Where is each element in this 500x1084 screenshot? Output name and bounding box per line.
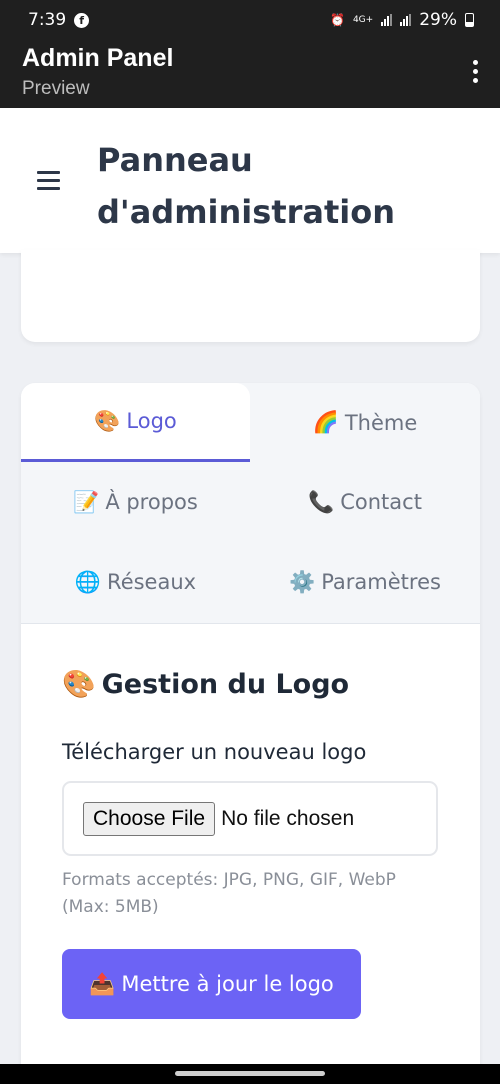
battery-icon bbox=[465, 13, 474, 27]
outbox-icon: 📤 bbox=[89, 971, 116, 996]
tab-about[interactable]: 📝 À propos bbox=[21, 462, 250, 542]
signal-icon bbox=[381, 14, 393, 26]
logo-section: 🎨 Gestion du Logo Télécharger un nouveau… bbox=[21, 624, 480, 1019]
tab-logo[interactable]: 🎨 Logo bbox=[21, 383, 250, 462]
palette-icon: 🎨 bbox=[94, 408, 121, 433]
page-title: Panneau d'administration bbox=[97, 141, 396, 231]
tab-label: Thème bbox=[344, 410, 418, 435]
tab-label: À propos bbox=[105, 490, 198, 514]
app-title: Admin Panel bbox=[22, 44, 174, 72]
app-bar: Admin Panel Preview bbox=[0, 40, 500, 108]
globe-icon: 🌐 bbox=[74, 569, 102, 594]
tab-label: Paramètres bbox=[321, 570, 441, 594]
tab-settings[interactable]: ⚙️ Paramètres bbox=[250, 542, 480, 622]
file-input[interactable]: Choose File No file chosen bbox=[62, 781, 438, 856]
tab-label: Logo bbox=[126, 409, 177, 433]
memo-icon: 📝 bbox=[73, 489, 100, 514]
update-logo-button[interactable]: 📤 Mettre à jour le logo bbox=[62, 949, 361, 1019]
choose-file-button[interactable]: Choose File bbox=[83, 801, 216, 836]
page-header: Panneau d'administration bbox=[0, 108, 500, 253]
section-title: 🎨 Gestion du Logo bbox=[62, 668, 480, 701]
tab-theme[interactable]: 🌈 Thème bbox=[250, 383, 480, 462]
network-type: 4G+ bbox=[352, 15, 374, 25]
tab-bar: 🎨 Logo 🌈 Thème 📝 À propos 📞 Contact 🌐 Ré… bbox=[21, 383, 480, 624]
battery-percent: 29% bbox=[419, 10, 457, 30]
upload-label: Télécharger un nouveau logo bbox=[62, 740, 367, 764]
facebook-icon: f bbox=[74, 12, 90, 28]
tab-contact[interactable]: 📞 Contact bbox=[250, 462, 480, 542]
button-label: Mettre à jour le logo bbox=[121, 972, 334, 996]
admin-card: 🎨 Logo 🌈 Thème 📝 À propos 📞 Contact 🌐 Ré… bbox=[21, 383, 480, 1083]
alarm-icon: ⏰ bbox=[330, 13, 345, 27]
phone-icon: 📞 bbox=[308, 489, 335, 514]
hamburger-icon[interactable] bbox=[37, 171, 60, 190]
more-vert-icon[interactable] bbox=[473, 60, 478, 83]
status-bar: 7:39 f ⏰ 4G+ 29% bbox=[0, 0, 500, 40]
navigation-bar bbox=[0, 1064, 500, 1084]
tab-label: Réseaux bbox=[107, 570, 197, 594]
section-title-text: Gestion du Logo bbox=[101, 668, 350, 700]
previous-card bbox=[21, 250, 480, 342]
gear-icon: ⚙️ bbox=[289, 569, 316, 594]
help-text: Formats acceptés: JPG, PNG, GIF, WebP (M… bbox=[62, 870, 396, 917]
tab-label: Contact bbox=[340, 490, 422, 514]
status-time: 7:39 bbox=[28, 10, 67, 30]
home-handle[interactable] bbox=[175, 1071, 325, 1076]
file-status: No file chosen bbox=[221, 806, 355, 830]
tab-networks[interactable]: 🌐 Réseaux bbox=[21, 542, 250, 622]
app-subtitle: Preview bbox=[22, 78, 90, 99]
signal-icon-2 bbox=[400, 14, 412, 26]
rainbow-icon: 🌈 bbox=[312, 410, 339, 434]
palette-icon: 🎨 bbox=[62, 669, 96, 700]
